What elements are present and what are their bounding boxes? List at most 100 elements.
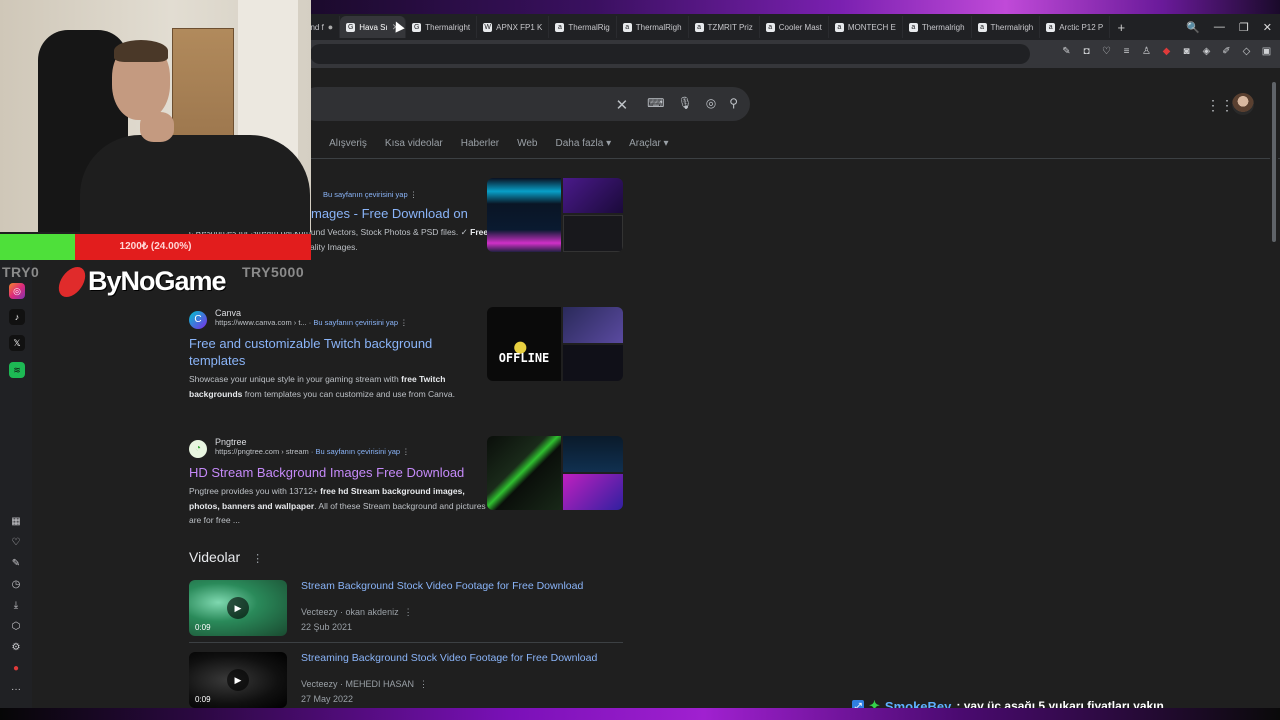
browser-tab[interactable]: a MONTECH E — [829, 16, 903, 38]
filter-tab[interactable]: Web — [517, 138, 537, 149]
tab-label: Cooler Mast — [778, 22, 822, 32]
result-thumbnails[interactable]: OFFLINE — [487, 307, 623, 381]
clear-search-icon[interactable]: ✕ — [616, 96, 629, 114]
divider — [189, 642, 623, 643]
edit-icon[interactable]: ✎ — [1061, 46, 1072, 57]
filter-tab[interactable]: Alışveriş — [329, 138, 367, 149]
more-icon[interactable]: ··· — [8, 682, 24, 698]
heart-icon[interactable]: ♡ — [1101, 46, 1112, 57]
menu-lines-icon[interactable]: ≡ — [1121, 46, 1132, 57]
filter-tools[interactable]: Araçlar ▾ — [629, 138, 668, 149]
video-source: Vecteezy — [301, 607, 338, 617]
apps-icon[interactable]: ▦ — [8, 514, 24, 530]
result-thumbnails[interactable] — [487, 178, 623, 252]
translate-link[interactable]: Bu sayfanın çevirisini yap — [313, 318, 398, 327]
browser-tab[interactable]: a ThermalRig — [549, 16, 617, 38]
result-source: ◔ Pngtree https://pngtree.com › stream ·… — [189, 437, 489, 458]
browser-tab[interactable]: G Thermalright — [406, 16, 478, 38]
thumbnail-stack — [563, 307, 623, 381]
pen-icon[interactable]: ✐ — [1221, 46, 1232, 57]
result-title-link[interactable]: Free and customizable Twitch background … — [189, 335, 489, 369]
ublock-icon[interactable]: ◆ — [1161, 46, 1172, 57]
search-icon[interactable]: ⚲ — [729, 96, 738, 114]
instagram-icon[interactable]: ◎ — [9, 283, 25, 299]
settings-icon[interactable]: ⚙ — [8, 640, 24, 656]
new-tab-button[interactable]: + — [1110, 20, 1132, 35]
browser-tab[interactable]: a ThermalRigh — [617, 16, 689, 38]
video-meta: Vecteezy · okan akdeniz ⋮ — [301, 607, 413, 617]
bottom-glow — [0, 708, 1280, 720]
video-result[interactable]: ▶ 0:09 Stream Background Stock Video Foo… — [189, 580, 629, 640]
result-snippet: Pngtree provides you with 13712+ free hd… — [189, 486, 486, 525]
microphone-icon[interactable]: 🎙 — [677, 96, 692, 114]
extension-icon[interactable]: ◈ — [1201, 46, 1212, 57]
history-icon[interactable]: ◷ — [8, 577, 24, 593]
thumbnail-stack — [563, 178, 623, 252]
download-icon[interactable]: ⤓ — [8, 598, 24, 614]
video-result[interactable]: ▶ 0:09 Streaming Background Stock Video … — [189, 652, 629, 712]
filter-tab[interactable]: Kısa videolar — [385, 138, 443, 149]
filter-more[interactable]: Daha fazla ▾ — [555, 138, 611, 149]
webcam-person-hand — [140, 112, 174, 142]
video-title-link[interactable]: Stream Background Stock Video Footage fo… — [301, 580, 583, 592]
cube-icon[interactable]: ▣ — [1261, 46, 1272, 57]
ublock-icon[interactable]: ● — [8, 661, 24, 677]
diamond-icon[interactable]: ◇ — [1241, 46, 1252, 57]
video-thumbnail[interactable]: ▶ 0:09 — [189, 652, 287, 708]
tab-label: APNX FP1 K — [496, 22, 543, 32]
extension-icon[interactable]: ◙ — [1181, 46, 1192, 57]
bynogame-mark-icon — [54, 266, 90, 297]
divider — [300, 158, 1280, 159]
result-thumbnails[interactable] — [487, 436, 623, 510]
lens-icon[interactable]: ◎ — [706, 96, 716, 114]
tab-search-icon[interactable]: 🔍 — [1186, 21, 1200, 34]
play-icon: ▶ — [227, 597, 249, 619]
browser-tab[interactable]: a TZMRIT Priz — [689, 16, 760, 38]
result-url-text: https://pngtree.com › stream — [215, 447, 309, 456]
camera-icon[interactable]: ◘ — [1081, 46, 1092, 57]
filter-tab[interactable]: Haberler — [461, 138, 499, 149]
search-actions: ✕ ⌨ 🎙 ◎ ⚲ — [616, 96, 738, 114]
result-title-link[interactable]: HD Stream Background Images Free Downloa… — [189, 464, 489, 481]
screen: und f ● G Hava Sı ✕ G Thermalright W APNX FP1… — [0, 0, 1280, 720]
minimize-button[interactable]: — — [1214, 21, 1225, 34]
browser-tab[interactable]: W APNX FP1 K — [477, 16, 550, 38]
tab-favicon: a — [908, 22, 918, 32]
tab-favicon: a — [694, 22, 704, 32]
video-thumbnail[interactable]: ▶ 0:09 — [189, 580, 287, 636]
toolbar-icons: ✎ ◘ ♡ ≡ ♙ ◆ ◙ ◈ ✐ ◇ ▣ — [1061, 46, 1272, 57]
search-result: C Canva https://www.canva.com › t... · B… — [189, 308, 489, 401]
more-options-icon[interactable]: ⋮ — [252, 553, 263, 565]
tab-label: Thermalrigh — [921, 22, 965, 32]
profile-icon[interactable]: ♙ — [1141, 46, 1152, 57]
tab-favicon: a — [834, 22, 844, 32]
tab-favicon: W — [483, 22, 493, 32]
video-title-link[interactable]: Streaming Background Stock Video Footage… — [301, 652, 597, 664]
video-author: MEHEDI HASAN — [345, 679, 415, 689]
browser-tab[interactable]: a Arctic P12 P — [1040, 16, 1111, 38]
address-bar[interactable] — [310, 44, 1030, 64]
x-icon[interactable]: 𝕏 — [9, 335, 25, 351]
spotify-icon[interactable]: ≋ — [9, 362, 25, 378]
canva-icon: C — [189, 311, 207, 329]
translate-link[interactable]: Bu sayfanın çevirisini yap — [323, 190, 408, 199]
thumbnail-image — [487, 178, 561, 252]
browser-tab[interactable]: a Thermalrigh — [903, 16, 972, 38]
page-scrollbar[interactable] — [1270, 72, 1278, 708]
keyboard-icon[interactable]: ⌨ — [647, 96, 664, 114]
tiktok-icon[interactable]: ♪ — [9, 309, 25, 325]
translate-link[interactable]: Bu sayfanın çevirisini yap — [315, 447, 400, 456]
heart-icon[interactable]: ♡ — [8, 535, 24, 551]
restore-button[interactable]: ❐ — [1239, 21, 1249, 34]
donation-min-label: TRY0 — [2, 264, 40, 280]
scrollbar-thumb[interactable] — [1272, 82, 1276, 242]
close-window-button[interactable]: ✕ — [1263, 21, 1272, 34]
thumbnail-stack — [563, 436, 623, 510]
account-avatar[interactable] — [1232, 93, 1254, 115]
search-box[interactable]: ✕ ⌨ 🎙 ◎ ⚲ — [300, 87, 750, 121]
edit-icon[interactable]: ✎ — [8, 556, 24, 572]
thumbnail-offline-text: OFFLINE — [498, 351, 550, 365]
browser-tab[interactable]: a Thermalrigh — [972, 16, 1041, 38]
cube-icon[interactable]: ⬡ — [8, 619, 24, 635]
browser-tab[interactable]: a Cooler Mast — [760, 16, 829, 38]
